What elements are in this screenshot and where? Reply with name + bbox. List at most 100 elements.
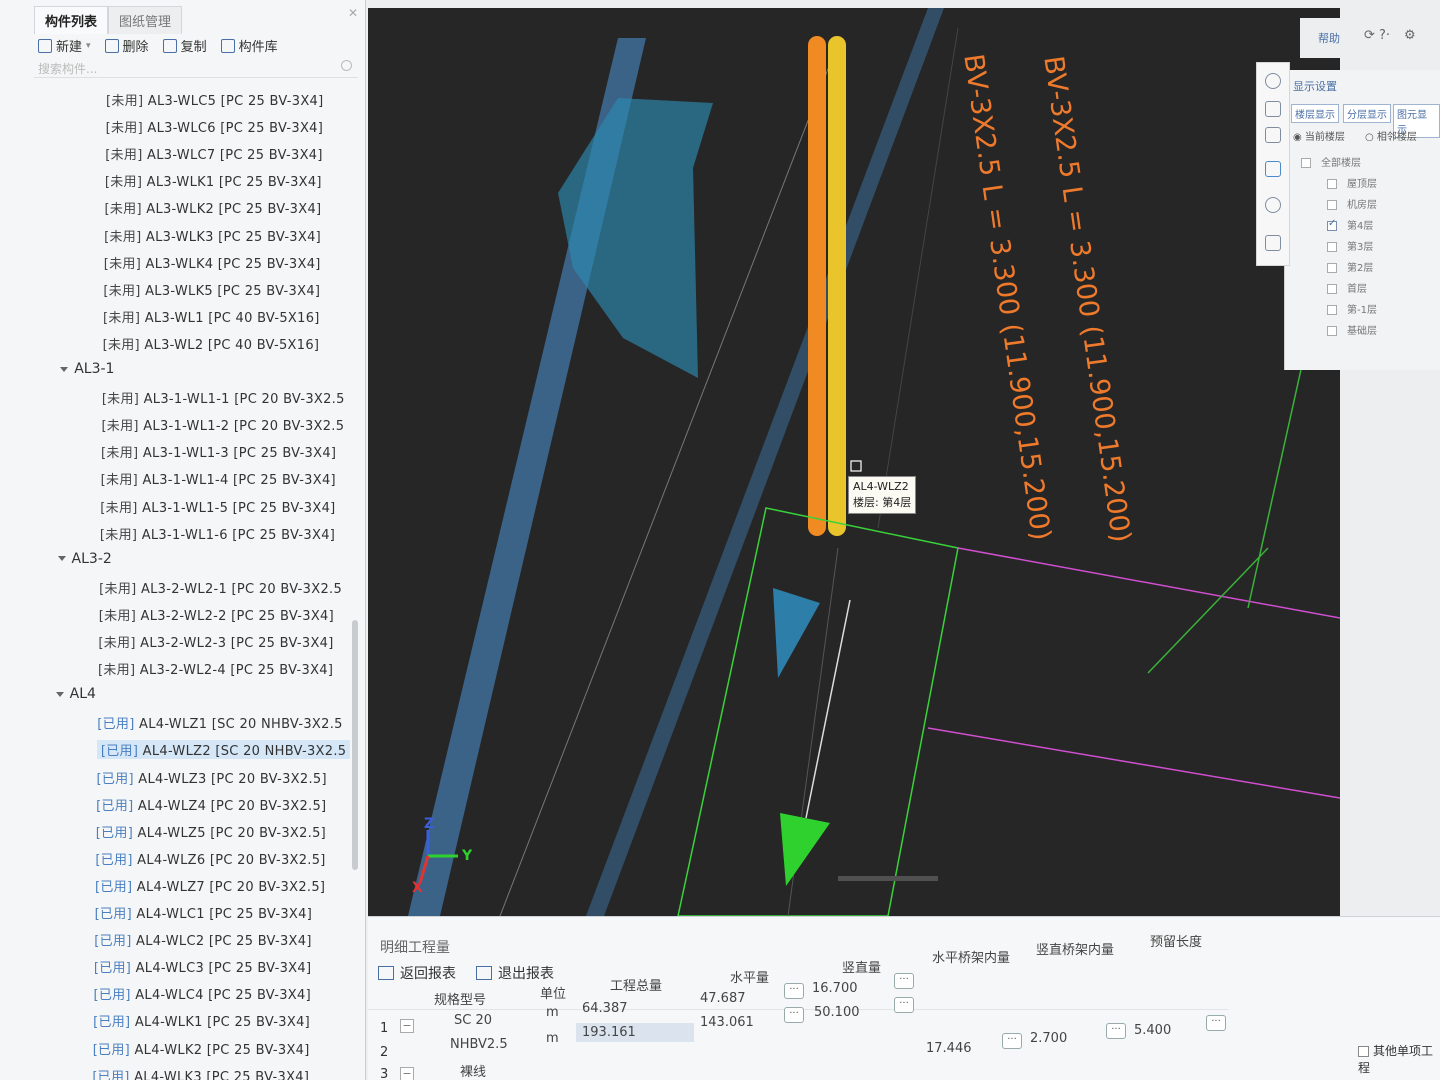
- row2-reserve-more-button[interactable]: ···: [1206, 1015, 1226, 1031]
- magenta-line-2: [927, 727, 1340, 799]
- tree-item[interactable]: [未用] AL3-WLK3 [PC 25 BV-3X4]: [104, 226, 321, 245]
- library-label: 构件库: [238, 40, 278, 55]
- floor-checkbox[interactable]: 第-1层: [1327, 301, 1377, 316]
- tree-item[interactable]: [未用] AL3-1-WL1-6 [PC 25 BV-3X4]: [100, 524, 335, 543]
- floor-label: 第3层: [1347, 242, 1374, 253]
- settings-icon[interactable]: ⚙: [1404, 28, 1416, 43]
- tree-item[interactable]: [已用] AL4-WLK1 [PC 25 BV-3X4]: [93, 1011, 310, 1030]
- tree-group[interactable]: AL3-1: [60, 361, 114, 377]
- tree-item[interactable]: [未用] AL3-WLC5 [PC 25 BV-3X4]: [106, 90, 323, 109]
- tab-component-list[interactable]: 构件列表: [34, 6, 109, 34]
- floor-checkbox[interactable]: 第2层: [1327, 259, 1373, 274]
- exit-report-button[interactable]: 退出报表: [476, 963, 554, 983]
- floor-checkbox[interactable]: 首层: [1327, 280, 1367, 295]
- report-icon: [378, 966, 394, 980]
- tree-item[interactable]: [已用] AL4-WLZ6 [PC 20 BV-3X2.5]: [95, 849, 325, 868]
- tree-item[interactable]: [未用] AL3-2-WL2-2 [PC 25 BV-3X4]: [99, 605, 334, 624]
- tree-item[interactable]: [未用] AL3-1-WL1-2 [PC 20 BV-3X2.5: [101, 415, 344, 434]
- tree-item[interactable]: [已用] AL4-WLK3 [PC 25 BV-3X4]: [92, 1066, 309, 1080]
- checkbox-box: [1327, 179, 1337, 189]
- tree-item-label: AL3-WLK2 [PC 25 BV-3X4]: [146, 202, 322, 218]
- tree-item[interactable]: [未用] AL3-2-WL2-1 [PC 20 BV-3X2.5: [99, 578, 342, 597]
- usage-tag: [未用]: [101, 392, 140, 408]
- viewport-scrollbar[interactable]: [838, 876, 938, 881]
- floor-checkbox[interactable]: 基础层: [1327, 322, 1377, 337]
- tree-item[interactable]: [已用] AL4-WLC1 [PC 25 BV-3X4]: [95, 903, 312, 922]
- tree-item[interactable]: [未用] AL3-1-WL1-4 [PC 25 BV-3X4]: [101, 469, 336, 488]
- floor-checkbox[interactable]: 全部楼层: [1301, 154, 1361, 169]
- search-input[interactable]: 搜索构件...: [34, 58, 358, 78]
- close-icon[interactable]: ✕: [348, 6, 358, 20]
- row2-h-tray-more-button[interactable]: ···: [1002, 1033, 1022, 1049]
- tab-floor-display[interactable]: 楼层显示: [1291, 104, 1339, 123]
- view-front-icon[interactable]: [1265, 101, 1281, 117]
- element-tooltip: AL4-WLZ2 楼层: 第4层: [848, 476, 917, 514]
- tree-group[interactable]: AL4: [55, 686, 96, 702]
- help-icon[interactable]: ⟳ ?·: [1364, 28, 1390, 43]
- chevron-down-icon[interactable]: [57, 556, 66, 562]
- row1-horizontal-more-button[interactable]: ···: [784, 983, 804, 999]
- chevron-down-icon[interactable]: [55, 691, 64, 697]
- tree-item[interactable]: [未用] AL3-WLK1 [PC 25 BV-3X4]: [105, 171, 322, 190]
- row3-collapse-icon[interactable]: −: [400, 1067, 414, 1080]
- tab-layer-display[interactable]: 分层显示: [1343, 104, 1391, 123]
- row2-total[interactable]: 193.161: [576, 1023, 694, 1042]
- delete-button[interactable]: 删除: [104, 36, 149, 55]
- tree-item-label: AL3-WLK1 [PC 25 BV-3X4]: [146, 175, 322, 191]
- row1-collapse-icon[interactable]: −: [400, 1019, 414, 1033]
- tree-item[interactable]: [已用] AL4-WLZ7 [PC 20 BV-3X2.5]: [95, 876, 325, 895]
- tree-group[interactable]: AL3-2: [57, 551, 112, 567]
- tree-item[interactable]: [已用] AL4-WLZ5 [PC 20 BV-3X2.5]: [96, 822, 326, 841]
- properties-icon[interactable]: [1265, 235, 1281, 251]
- row2-horizontal-more-button[interactable]: ···: [784, 1007, 804, 1023]
- other-items-checkbox[interactable]: 其他单项工程: [1358, 1042, 1440, 1076]
- tree-item[interactable]: [已用] AL4-WLZ3 [PC 20 BV-3X2.5]: [97, 768, 327, 787]
- usage-tag: [已用]: [92, 1042, 131, 1058]
- tree-item[interactable]: [已用] AL4-WLK2 [PC 25 BV-3X4]: [93, 1039, 310, 1058]
- tree-item[interactable]: [未用] AL3-2-WL2-3 [PC 25 BV-3X4]: [98, 632, 333, 651]
- tree-item[interactable]: [已用] AL4-WLC2 [PC 25 BV-3X4]: [94, 930, 311, 949]
- tree-item[interactable]: [未用] AL3-WLC6 [PC 25 BV-3X4]: [106, 117, 323, 136]
- radio-current-floor[interactable]: ◉ 当前楼层: [1293, 128, 1345, 143]
- radio-adjacent-floor[interactable]: ○ 相邻楼层: [1365, 128, 1417, 143]
- floor-checkbox[interactable]: 屋顶层: [1327, 175, 1377, 190]
- tab-drawing-management[interactable]: 图纸管理: [108, 6, 183, 34]
- view-3d-icon[interactable]: [1265, 161, 1281, 177]
- back-to-report-button[interactable]: 返回报表: [378, 963, 456, 983]
- 3d-viewport[interactable]: BV-3X2.5 L = 3.300 (11.900,15.200) BV-3X…: [368, 8, 1340, 916]
- tree-item[interactable]: [已用] AL4-WLC3 [PC 25 BV-3X4]: [94, 957, 311, 976]
- view-cube-icon[interactable]: [1265, 127, 1281, 143]
- help-link[interactable]: 帮助: [1318, 30, 1340, 46]
- library-button[interactable]: 构件库: [220, 36, 278, 55]
- copy-button[interactable]: 复制: [162, 36, 207, 55]
- tree-item[interactable]: [未用] AL3-1-WL1-5 [PC 25 BV-3X4]: [100, 497, 335, 516]
- floor-checkbox[interactable]: 机房层: [1327, 196, 1377, 211]
- tree-item[interactable]: [未用] AL3-2-WL2-4 [PC 25 BV-3X4]: [98, 659, 333, 678]
- tree-item-label: AL4-WLC3 [PC 25 BV-3X4]: [135, 961, 312, 977]
- tree-item[interactable]: [已用] AL4-WLZ1 [SC 20 NHBV-3X2.5: [97, 713, 342, 732]
- chevron-down-icon[interactable]: [60, 366, 69, 372]
- rotate-icon[interactable]: [1265, 197, 1281, 213]
- tree-item[interactable]: [未用] AL3-WLK2 [PC 25 BV-3X4]: [104, 198, 321, 217]
- tree-item[interactable]: [已用] AL4-WLZ2 [SC 20 NHBV-3X2.5: [96, 740, 351, 760]
- tree-item[interactable]: [已用] AL4-WLC4 [PC 25 BV-3X4]: [93, 984, 310, 1003]
- tree-item[interactable]: [已用] AL4-WLZ4 [PC 20 BV-3X2.5]: [96, 795, 326, 814]
- tree-item[interactable]: [未用] AL3-1-WL1-3 [PC 25 BV-3X4]: [101, 442, 336, 461]
- row2-no: 2: [380, 1045, 389, 1060]
- tree-item-label: AL3-WL1 [PC 40 BV-5X16]: [144, 310, 320, 326]
- floor-checkbox[interactable]: 第4层: [1327, 217, 1373, 232]
- row1-vertical-more-button[interactable]: ···: [894, 973, 914, 989]
- row2-v-tray-more-button[interactable]: ···: [1106, 1023, 1126, 1039]
- tree-scrollbar[interactable]: [352, 620, 358, 870]
- floor-checkbox[interactable]: 第3层: [1327, 238, 1373, 253]
- tree-item[interactable]: [未用] AL3-1-WL1-1 [PC 20 BV-3X2.5: [102, 388, 345, 407]
- tree-item[interactable]: [未用] AL3-WLK4 [PC 25 BV-3X4]: [104, 253, 321, 272]
- tree-item[interactable]: [未用] AL3-WL2 [PC 40 BV-5X16]: [103, 334, 320, 353]
- new-button[interactable]: 新建 ▾: [38, 36, 91, 55]
- cyan-fixture: [558, 98, 713, 378]
- tree-item[interactable]: [未用] AL3-WLC7 [PC 25 BV-3X4]: [105, 144, 322, 163]
- row2-vertical-more-button[interactable]: ···: [894, 997, 914, 1013]
- tree-item[interactable]: [未用] AL3-WLK5 [PC 25 BV-3X4]: [103, 280, 320, 299]
- tree-item[interactable]: [未用] AL3-WL1 [PC 40 BV-5X16]: [103, 307, 320, 326]
- orbit-icon[interactable]: [1265, 73, 1281, 89]
